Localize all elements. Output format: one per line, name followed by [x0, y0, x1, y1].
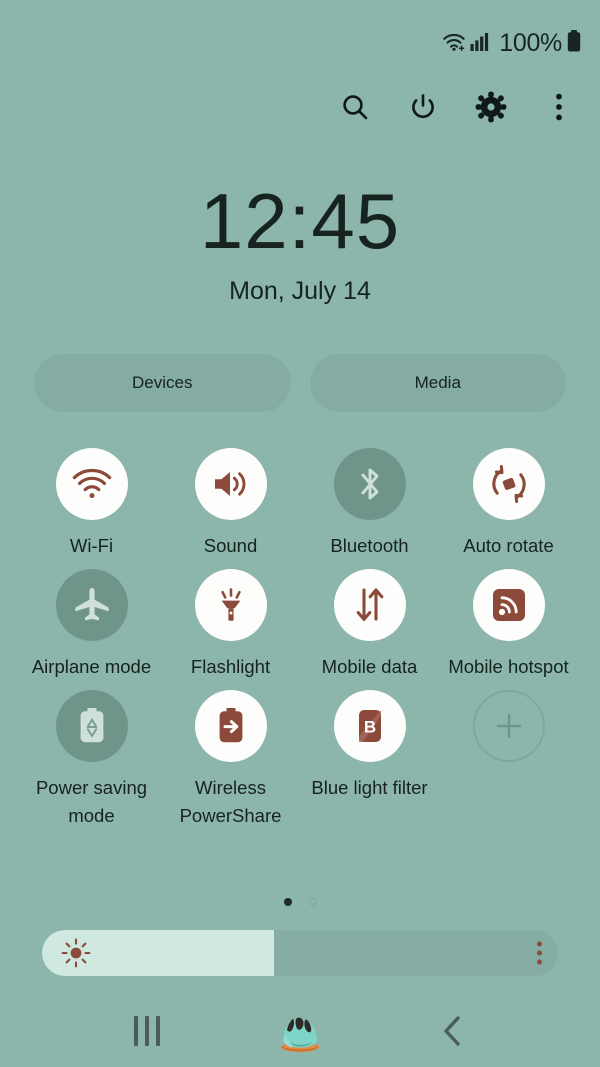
tile-icon-background [333, 569, 406, 642]
tile-icon-background [55, 569, 128, 642]
tile-wireless-powershare[interactable]: Wireless PowerShare [161, 690, 300, 832]
add-icon-background [472, 690, 545, 763]
devices-button[interactable]: Devices [34, 354, 291, 412]
tile-icon-background [333, 448, 406, 520]
mobile-data-icon [356, 588, 383, 622]
tile-wifi[interactable]: Wi-Fi [22, 448, 161, 563]
tile-sound[interactable]: Sound [161, 448, 300, 563]
tile-flashlight[interactable]: Flashlight [161, 569, 300, 684]
devices-media-row: Devices Media [34, 354, 566, 412]
tile-label: Mobile data [321, 656, 418, 678]
svg-text:B: B [363, 718, 375, 737]
cellular-signal-icon [470, 30, 489, 57]
add-icon [496, 714, 521, 739]
clock-widget[interactable]: 12:45 Mon, July 14 [0, 182, 600, 306]
clock-time: 12:45 [199, 177, 401, 265]
bluetooth-icon [361, 468, 378, 500]
brightness-options-icon[interactable] [537, 941, 542, 965]
tile-label: Wireless PowerShare [179, 777, 282, 826]
wireless-powershare-icon [219, 708, 242, 743]
clock-date: Mon, July 14 [229, 277, 371, 305]
battery-full-icon [566, 29, 582, 58]
tile-power-saving-mode[interactable]: Power saving mode [22, 690, 161, 832]
wifi-plus-icon [440, 30, 466, 57]
more-options-icon[interactable] [542, 90, 576, 124]
tile-label: Airplane mode [31, 656, 152, 678]
tile-label: Sound [203, 535, 258, 556]
tile-label: Wi-Fi [69, 535, 114, 556]
tile-add-button[interactable] [439, 690, 578, 832]
quick-panel-header-icons [338, 90, 576, 124]
tile-auto-rotate[interactable]: Auto rotate [439, 448, 578, 563]
tile-label: Power saving mode [35, 777, 148, 826]
page-indicator [0, 898, 600, 906]
airplane-icon [74, 588, 109, 621]
mobile-hotspot-icon [492, 589, 525, 622]
battery-percentage: 100% [499, 28, 562, 57]
tile-label: Blue light filter [311, 777, 428, 799]
navigation-bar [0, 995, 600, 1067]
recents-button[interactable] [116, 1005, 178, 1057]
back-button[interactable] [422, 1005, 484, 1057]
status-bar: 100% [0, 0, 600, 86]
page-dot-active[interactable] [283, 898, 292, 906]
tile-label: Flashlight [190, 656, 271, 678]
tile-label: Mobile hotspot [448, 656, 569, 678]
tile-bluetooth[interactable]: Bluetooth [300, 448, 439, 563]
search-icon[interactable] [338, 90, 372, 124]
quick-settings-grid: Wi-Fi Sound Bluetooth Auto rotate Airpla… [22, 448, 578, 833]
tile-blue-light-filter[interactable]: B Blue light filter [300, 690, 439, 832]
melting-home-icon [280, 1017, 319, 1053]
tile-icon-background [472, 448, 545, 520]
home-button[interactable] [269, 1005, 331, 1057]
tile-icon-background [55, 448, 128, 520]
tile-icon-background [55, 690, 128, 763]
tile-icon-background [194, 690, 267, 763]
tile-label: Auto rotate [463, 535, 554, 556]
tile-icon-background [194, 569, 267, 642]
power-saving-icon [80, 708, 103, 743]
media-button[interactable]: Media [309, 354, 566, 412]
tile-mobile-hotspot[interactable]: Mobile hotspot [439, 569, 578, 684]
page-dot-inactive[interactable] [308, 898, 317, 906]
flashlight-icon [220, 588, 241, 621]
settings-gear-icon[interactable] [474, 90, 508, 124]
status-icons: 100% [440, 29, 582, 58]
tile-mobile-data[interactable]: Mobile data [300, 569, 439, 684]
brightness-slider[interactable] [42, 930, 558, 976]
blue-light-filter-icon: B [358, 710, 381, 743]
tile-icon-background [472, 569, 545, 642]
tile-icon-background [194, 448, 267, 520]
recents-icon [133, 1016, 160, 1046]
power-icon[interactable] [406, 90, 440, 124]
tile-icon-background: B [333, 690, 406, 763]
tile-airplane-mode[interactable]: Airplane mode [22, 569, 161, 684]
tile-label: Bluetooth [330, 535, 409, 556]
back-chevron-icon [444, 1016, 461, 1046]
brightness-sun-icon [56, 933, 96, 973]
auto-rotate-icon [491, 465, 526, 503]
wifi-icon [72, 468, 111, 499]
sound-icon [214, 472, 245, 496]
